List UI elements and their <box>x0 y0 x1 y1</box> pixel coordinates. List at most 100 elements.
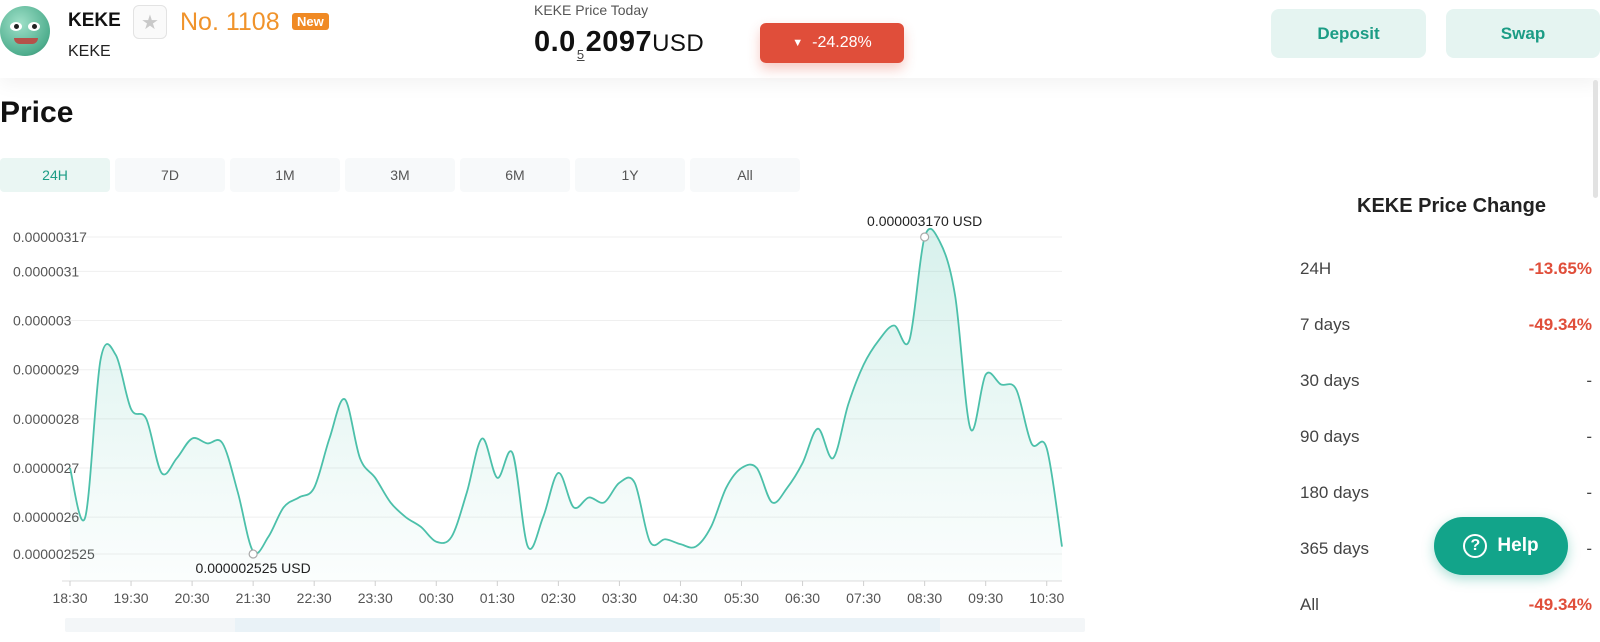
x-tick-label: 08:30 <box>907 590 942 606</box>
tab-all[interactable]: All <box>690 158 800 192</box>
data-point[interactable] <box>693 544 699 550</box>
data-point[interactable] <box>342 396 348 402</box>
range-slider-window[interactable] <box>235 618 940 632</box>
data-point[interactable] <box>418 524 424 530</box>
price-change-row-7d: 7 days -49.34% <box>1300 315 1600 345</box>
help-button[interactable]: ? Help <box>1434 517 1568 575</box>
data-point[interactable] <box>189 436 195 442</box>
data-point[interactable] <box>235 490 241 496</box>
price-chart[interactable]: 0.00000317 0.0000031 0.000003 0.0000029 0.00… <box>0 208 1100 642</box>
row-label: 7 days <box>1300 315 1351 334</box>
data-point[interactable] <box>739 465 745 471</box>
data-point[interactable] <box>586 494 592 500</box>
data-point[interactable] <box>220 440 226 446</box>
data-point[interactable] <box>479 436 485 442</box>
data-point[interactable] <box>983 372 989 378</box>
row-label: 90 days <box>1300 427 1360 446</box>
tab-7d[interactable]: 7D <box>115 158 225 192</box>
row-label: 365 days <box>1300 539 1369 558</box>
data-point[interactable] <box>372 475 378 481</box>
data-point[interactable] <box>128 406 134 412</box>
data-point[interactable] <box>555 470 561 476</box>
data-point[interactable] <box>616 480 622 486</box>
data-point[interactable] <box>754 465 760 471</box>
swap-button[interactable]: Swap <box>1446 9 1600 58</box>
page-scrollbar[interactable] <box>1593 80 1598 198</box>
data-point[interactable] <box>647 539 653 545</box>
x-tick-label: 05:30 <box>724 590 759 606</box>
x-tick-label: 10:30 <box>1029 590 1064 606</box>
deposit-button[interactable]: Deposit <box>1271 9 1426 58</box>
data-point[interactable] <box>967 426 973 432</box>
data-point[interactable] <box>891 322 897 328</box>
data-point[interactable] <box>82 514 88 520</box>
row-value: - <box>1586 539 1592 558</box>
price-prefix: 0.0 <box>534 26 576 58</box>
data-point[interactable] <box>159 470 165 476</box>
data-point[interactable] <box>433 539 439 545</box>
price-digits: 2097 <box>585 26 653 58</box>
min-point-marker <box>248 549 258 559</box>
price-area <box>70 228 1062 581</box>
data-point[interactable] <box>601 499 607 505</box>
data-point[interactable] <box>1028 440 1034 446</box>
row-value: - <box>1586 427 1592 446</box>
data-point[interactable] <box>387 499 393 505</box>
data-point[interactable] <box>937 239 943 245</box>
data-point[interactable] <box>769 499 775 505</box>
price-change-badge: ▼ -24.28% <box>760 23 904 63</box>
data-point[interactable] <box>525 544 531 550</box>
data-point[interactable] <box>723 485 729 491</box>
data-point[interactable] <box>464 490 470 496</box>
data-point[interactable] <box>662 536 668 542</box>
coin-rank: No. 1108 <box>180 8 280 36</box>
data-point[interactable] <box>830 455 836 461</box>
data-point[interactable] <box>906 337 912 343</box>
price-change-row-24h: 24H -13.65% <box>1300 259 1600 289</box>
data-point[interactable] <box>677 541 683 547</box>
data-point[interactable] <box>98 357 104 363</box>
tab-1y[interactable]: 1Y <box>575 158 685 192</box>
favorite-star-icon[interactable]: ★ <box>133 5 167 39</box>
data-point[interactable] <box>357 455 363 461</box>
max-annotation: 0.000003170 USD <box>867 213 982 229</box>
data-point[interactable] <box>403 514 409 520</box>
data-point[interactable] <box>204 440 210 446</box>
tab-6m[interactable]: 6M <box>460 158 570 192</box>
data-point[interactable] <box>1044 445 1050 451</box>
data-point[interactable] <box>1013 386 1019 392</box>
data-point[interactable] <box>632 480 638 486</box>
data-point[interactable] <box>800 460 806 466</box>
x-tick-label: 09:30 <box>968 590 1003 606</box>
tab-24h[interactable]: 24H <box>0 158 110 192</box>
data-point[interactable] <box>571 504 577 510</box>
data-point[interactable] <box>784 485 790 491</box>
data-point[interactable] <box>708 524 714 530</box>
data-point[interactable] <box>815 426 821 432</box>
x-tick-label: 20:30 <box>175 590 210 606</box>
data-point[interactable] <box>952 293 958 299</box>
row-label: All <box>1300 595 1319 614</box>
data-point[interactable] <box>845 401 851 407</box>
data-point[interactable] <box>861 362 867 368</box>
data-point[interactable] <box>67 465 73 471</box>
data-point[interactable] <box>113 352 119 358</box>
data-point[interactable] <box>494 475 500 481</box>
data-point[interactable] <box>311 485 317 491</box>
data-point[interactable] <box>326 436 332 442</box>
data-point[interactable] <box>998 381 1004 387</box>
data-point[interactable] <box>143 416 149 422</box>
tab-3m[interactable]: 3M <box>345 158 455 192</box>
data-point[interactable] <box>281 504 287 510</box>
tab-1m[interactable]: 1M <box>230 158 340 192</box>
data-point[interactable] <box>174 455 180 461</box>
data-point[interactable] <box>296 494 302 500</box>
coin-avatar <box>0 6 50 56</box>
data-point[interactable] <box>1059 544 1065 550</box>
data-point[interactable] <box>265 534 271 540</box>
max-point-marker <box>920 232 930 242</box>
data-point[interactable] <box>510 450 516 456</box>
data-point[interactable] <box>876 337 882 343</box>
data-point[interactable] <box>540 514 546 520</box>
data-point[interactable] <box>449 534 455 540</box>
